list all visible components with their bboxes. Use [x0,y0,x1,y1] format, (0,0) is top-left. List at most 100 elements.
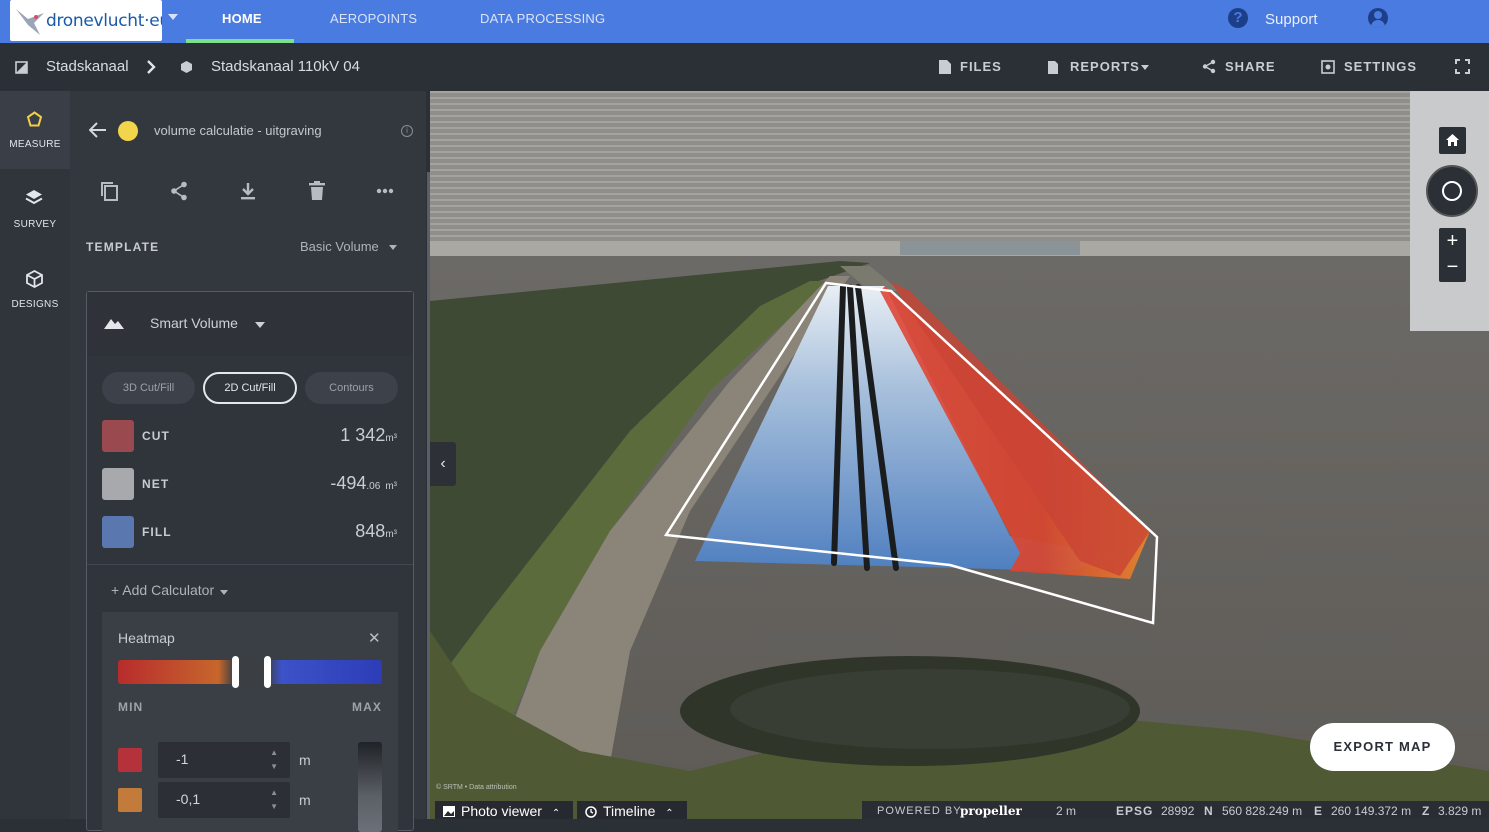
files-button[interactable]: FILES [960,59,1002,74]
user-account-icon[interactable] [1368,8,1388,28]
more-options-icon[interactable] [376,188,394,194]
net-value: -494.06 m³ [330,473,397,493]
map-scene [430,91,1489,819]
home-icon [1446,134,1459,146]
elevation-value: 3.829 m [1438,804,1482,818]
globe-icon [1442,181,1462,201]
map-scale: 2 m [1056,804,1077,818]
measure-polygon-icon [26,111,43,127]
add-calculator-dropdown-icon[interactable] [220,590,228,595]
reports-dropdown-icon[interactable] [1141,65,1149,70]
cut-swatch[interactable] [102,420,134,452]
net-swatch[interactable] [102,468,134,500]
map-compass-control[interactable] [1426,165,1478,217]
volume-method-dropdown-icon[interactable] [255,322,265,328]
rail-measure-label: MEASURE [9,139,61,150]
nav-tab-aeropoints[interactable]: AEROPOINTS [330,0,417,43]
survey-cube-icon [181,61,192,73]
map-sites-icon[interactable] [15,61,28,74]
rail-survey-label: SURVEY [13,219,57,230]
propeller-logo[interactable]: propeller [960,801,1022,821]
duplicate-icon[interactable] [100,181,119,202]
settings-button[interactable]: SETTINGS [1344,59,1417,74]
heatmap-section: Heatmap ✕ MIN MAX -1 ▲ ▼ m -0,1 ▲ ▼ m [102,612,398,832]
measurement-color-dot[interactable] [118,121,138,141]
delete-trash-icon[interactable] [309,181,325,201]
left-tool-rail: MEASURE SURVEY DESIGNS [0,91,70,819]
elevation-label: Z [1422,804,1430,818]
heatmap-stop-1-input[interactable]: -1 ▲ ▼ [158,742,290,778]
nav-tab-data-processing[interactable]: DATA PROCESSING [480,0,605,43]
breadcrumb-site[interactable]: Stadskanaal [46,58,129,75]
photo-viewer-tab[interactable]: Photo viewer ⌃ [435,801,573,819]
brand-logo[interactable]: dronevlucht·eu [10,0,162,41]
terrain-mountain-icon [104,319,124,329]
heatmap-gradient-slider[interactable] [118,656,382,688]
reports-button[interactable]: REPORTS [1070,59,1140,74]
map-home-button[interactable] [1439,127,1466,154]
download-icon[interactable] [240,182,256,201]
fill-label: FILL [142,525,172,539]
heatmap-min-handle[interactable] [232,656,239,688]
back-arrow-icon[interactable] [89,122,107,138]
template-select[interactable]: Basic Volume [300,239,379,254]
add-calculator-button[interactable]: + Add Calculator [111,582,214,598]
stepper-icon[interactable]: ▲ ▼ [270,786,278,814]
chevron-up-icon: ⌃ [551,808,561,819]
zoom-in-button[interactable]: + [1439,228,1466,255]
heatmap-max-handle[interactable] [264,656,271,688]
volume-card: Smart Volume 3D Cut/Fill 2D Cut/Fill Con… [86,291,414,832]
timeline-tab[interactable]: Timeline ⌃ [577,801,687,819]
epsg-code[interactable]: 28992 [1161,801,1194,821]
support-link[interactable]: Support [1265,11,1318,28]
heatmap-stop-2-swatch[interactable] [118,788,142,812]
hummingbird-logo-icon [16,9,44,35]
heatmap-stop-2-input[interactable]: -0,1 ▲ ▼ [158,782,290,818]
heatmap-stop-1-swatch[interactable] [118,748,142,772]
mode-contours-button[interactable]: Contours [305,372,398,404]
zoom-out-button[interactable]: − [1439,255,1466,282]
brand-menu-caret-icon[interactable] [168,14,178,20]
collapse-panel-button[interactable]: ‹ [430,442,456,486]
help-icon[interactable]: ? [1228,8,1248,28]
rail-designs[interactable]: DESIGNS [0,251,70,329]
export-map-button[interactable]: EXPORT MAP [1310,723,1455,771]
rail-measure[interactable]: MEASURE [0,91,70,169]
epsg-label: EPSG [1116,804,1154,818]
timeline-label: Timeline [603,803,656,819]
fullscreen-icon[interactable] [1455,59,1470,74]
net-label: NET [142,477,170,491]
heatmap-close-icon[interactable]: ✕ [368,629,381,647]
designs-cube-icon [26,270,43,288]
fill-swatch[interactable] [102,516,134,548]
3d-map-view[interactable]: © SRTM • Data attribution [430,91,1489,819]
measurement-name[interactable]: volume calculatie - uitgraving [154,123,322,138]
share-button[interactable]: SHARE [1225,59,1276,74]
template-dropdown-icon[interactable] [389,245,397,250]
rail-designs-label: DESIGNS [11,299,59,310]
mode-2d-cut-fill-button[interactable]: 2D Cut/Fill [203,372,297,404]
heatmap-max-label: MAX [352,700,382,714]
fill-value: 848m³ [355,521,397,541]
nav-tab-home[interactable]: HOME [222,0,262,43]
volume-method-select[interactable]: Smart Volume [150,315,238,331]
mode-3d-cut-fill-button[interactable]: 3D Cut/Fill [102,372,195,404]
breadcrumb-survey[interactable]: Stadskanaal 110kV 04 [211,58,360,75]
share-measurement-icon[interactable] [170,181,188,201]
image-icon [443,806,455,817]
photo-viewer-label: Photo viewer [461,803,542,819]
info-icon[interactable]: i [401,125,413,137]
east-value: 260 149.372 m [1331,804,1412,818]
reports-icon [1048,61,1058,74]
stepper-icon[interactable]: ▲ ▼ [270,746,278,774]
chevron-up-icon: ⌃ [665,808,674,819]
east-label: E [1314,804,1323,818]
heatmap-min-label: MIN [118,700,144,714]
north-value: 560 828.249 m [1222,804,1303,818]
breadcrumb-chevron-icon [147,60,156,74]
map-attribution[interactable]: © SRTM • Data attribution [436,784,517,791]
share-icon [1202,59,1216,74]
heatmap-stop-1-unit: m [299,752,311,768]
clock-icon [585,806,597,818]
rail-survey[interactable]: SURVEY [0,171,70,249]
